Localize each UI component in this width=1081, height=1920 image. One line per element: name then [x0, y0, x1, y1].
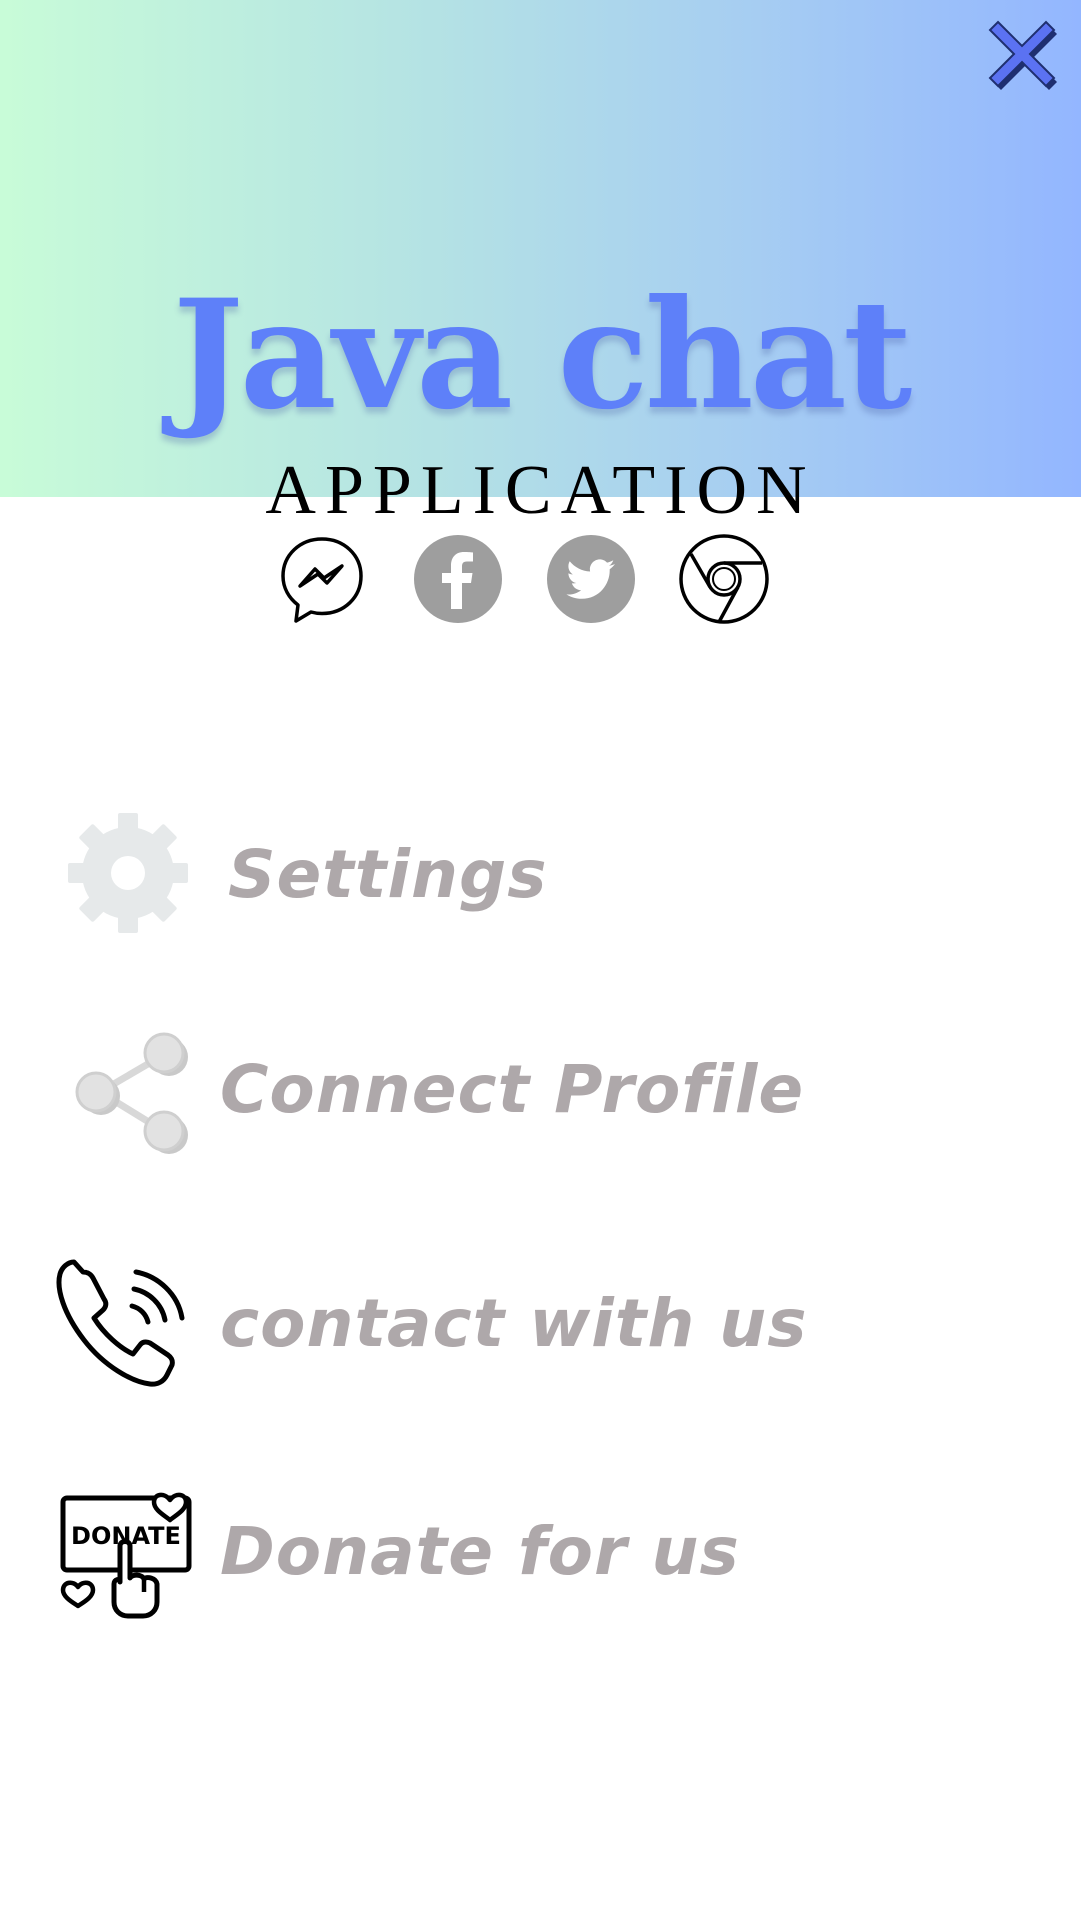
share-icon — [75, 1032, 188, 1154]
close-icon — [988, 20, 1057, 90]
messenger-link[interactable] — [276, 533, 368, 625]
menu-label-contact: contact with us — [220, 1285, 808, 1362]
donate-icon: DONATE — [60, 1492, 192, 1619]
menu-label-settings: Settings — [228, 836, 548, 913]
menu-item-donate[interactable]: DONATE Donate for us — [40, 1482, 1040, 1622]
menu-item-settings[interactable]: Settings — [40, 805, 1040, 945]
menu-label-donate: Donate for us — [220, 1513, 740, 1590]
chrome-link[interactable] — [678, 533, 770, 625]
facebook-icon — [414, 535, 502, 623]
close-button[interactable] — [988, 20, 1060, 92]
twitter-link[interactable] — [545, 533, 637, 625]
app-subtitle: APPLICATION — [265, 452, 816, 529]
phone-icon-wrap — [52, 1254, 192, 1394]
phone-icon — [56, 1259, 185, 1387]
gear-icon-wrap — [66, 805, 206, 945]
messenger-icon — [281, 537, 363, 623]
share-icon-wrap — [66, 1020, 206, 1160]
facebook-link[interactable] — [412, 533, 504, 625]
donate-icon-wrap: DONATE — [58, 1482, 198, 1622]
menu-item-connect-profile[interactable]: Connect Profile — [40, 1020, 1040, 1160]
chrome-icon — [679, 534, 769, 624]
menu-label-connect-profile: Connect Profile — [220, 1051, 805, 1128]
app-title: Java chat — [172, 267, 913, 443]
gear-icon — [68, 813, 188, 933]
twitter-icon — [547, 535, 635, 623]
menu-item-contact[interactable]: contact with us — [40, 1254, 1040, 1394]
social-links — [0, 533, 1081, 629]
